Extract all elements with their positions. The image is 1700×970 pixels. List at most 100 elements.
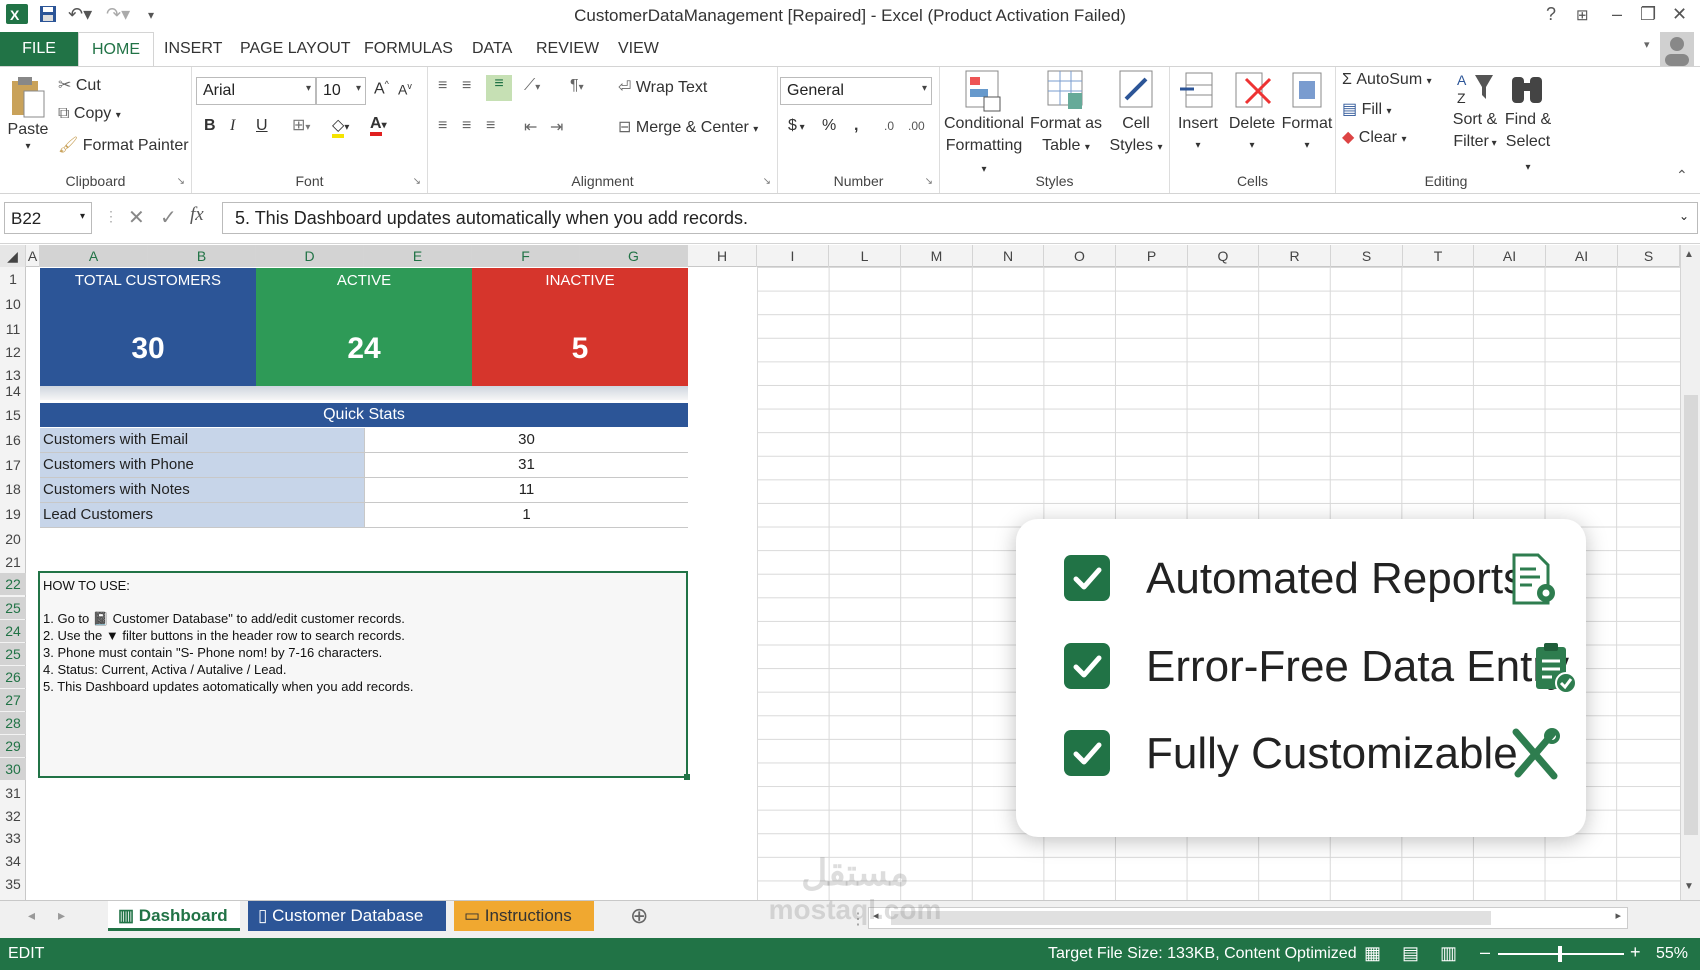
tab-view[interactable]: VIEW [618,40,659,58]
paragraph-icon[interactable]: ¶▾ [570,77,584,95]
vertical-scrollbar[interactable]: ▲ ▼ [1680,245,1700,900]
select-all-corner[interactable]: ◢ [0,245,26,267]
percent-button[interactable]: % [822,117,836,135]
bold-button[interactable]: B [204,117,216,135]
row-header-selected[interactable]: 25 [0,597,26,619]
insert-function-icon[interactable]: fx [190,204,204,226]
fill-handle[interactable] [684,774,690,780]
column-header[interactable]: G [580,245,688,267]
tab-data[interactable]: DATA [472,40,512,58]
increase-indent-icon[interactable]: ⇥ [550,117,563,137]
collapse-ribbon-icon[interactable]: ⌃ [1676,167,1688,184]
cut-button[interactable]: ✂ Cut [58,75,101,95]
row-header[interactable]: 16 [0,432,26,448]
row-header-selected[interactable]: 25 [0,643,26,665]
borders-icon[interactable]: ⊞▾ [292,115,310,135]
orientation-icon[interactable]: ⟋▾ [524,77,540,95]
column-header[interactable]: F [472,245,580,267]
fill-button[interactable]: ▤ Fill ▾ [1342,99,1392,119]
autosum-button[interactable]: Σ AutoSum ▾ [1342,71,1432,89]
column-header[interactable]: A [26,245,40,267]
close-button[interactable]: ✕ [1672,4,1687,25]
italic-button[interactable]: I [230,117,235,135]
next-sheet-icon[interactable]: ▸ [58,907,65,924]
row-header[interactable]: 35 [0,876,26,892]
table-row[interactable]: Lead Customers 1 [40,503,688,528]
zoom-slider[interactable] [1498,946,1624,962]
conditional-formatting-button[interactable]: Conditional Formatting ▾ [942,69,1026,181]
sheet-tab-customer-database[interactable]: ▯ Customer Database [248,901,446,931]
name-box[interactable]: B22 ▾ [4,202,92,234]
row-header-selected[interactable]: 30 [0,758,26,780]
row-header[interactable]: 13 [0,367,26,383]
find-select-button[interactable]: Find & Select ▾ [1502,69,1554,179]
row-header[interactable]: 31 [0,785,26,801]
row-header[interactable]: 21 [0,554,26,570]
previous-sheet-icon[interactable]: ◂ [28,907,35,924]
column-header[interactable]: I [757,245,829,267]
tab-formulas[interactable]: FORMULAS [364,40,453,58]
font-name-select[interactable]: Arial ▾ [196,77,316,105]
dialog-launcher-icon[interactable]: ↘ [763,176,771,187]
how-to-use-box[interactable]: HOW TO USE: 1. Go to 📓 Customer Database… [38,571,690,780]
column-header[interactable]: M [901,245,973,267]
dialog-launcher-icon[interactable]: ↘ [413,176,421,187]
column-header[interactable]: P [1116,245,1188,267]
scroll-right-icon[interactable]: ▸ [1615,909,1621,922]
sheet-tab-dashboard[interactable]: ▥ Dashboard [108,901,240,931]
font-color-icon[interactable]: A▾ [370,115,387,136]
font-size-select[interactable]: 10 ▾ [316,77,366,105]
row-header-selected[interactable]: 24 [0,620,26,642]
align-left-icon[interactable]: ≡ [438,117,447,135]
column-header[interactable]: T [1403,245,1474,267]
table-row[interactable]: Customers with Phone 31 [40,453,688,478]
tab-page-layout[interactable]: PAGE LAYOUT [240,40,351,58]
row-header[interactable]: 18 [0,481,26,497]
zoom-slider-thumb[interactable] [1558,946,1562,962]
align-bottom-icon[interactable]: ≡ [486,75,512,101]
column-header[interactable]: R [1259,245,1331,267]
normal-view-icon[interactable]: ▦ [1364,943,1381,964]
column-header[interactable]: AI [1546,245,1618,267]
decrease-indent-icon[interactable]: ⇤ [524,117,537,137]
table-row[interactable]: Customers with Email 30 [40,428,688,453]
row-header[interactable]: 33 [0,830,26,846]
row-header-selected[interactable]: 29 [0,735,26,757]
column-header[interactable]: E [364,245,472,267]
table-row[interactable]: Customers with Notes 11 [40,478,688,503]
increase-decimal-icon[interactable]: .0 [884,119,894,133]
tab-file[interactable]: FILE [0,32,78,66]
comma-button[interactable]: , [854,117,858,135]
underline-button[interactable]: U [256,117,268,135]
insert-cells-button[interactable]: Insert ▾ [1172,69,1224,157]
dialog-launcher-icon[interactable]: ↘ [925,176,933,187]
row-header[interactable]: 20 [0,531,26,547]
sheet-tab-instructions[interactable]: ▭ Instructions [454,901,594,931]
restore-button[interactable]: ❐ [1640,4,1656,25]
copy-button[interactable]: ⧉ Copy ▾ [58,105,121,123]
minimize-button[interactable]: – [1612,4,1622,25]
column-header[interactable]: Q [1188,245,1259,267]
tab-home[interactable]: HOME [78,32,154,68]
currency-button[interactable]: $ ▾ [788,117,805,135]
cell-styles-button[interactable]: Cell Styles ▾ [1106,69,1166,159]
horizontal-scrollbar[interactable]: ◂ ▸ [868,907,1628,929]
format-as-table-button[interactable]: Format as Table ▾ [1028,69,1104,159]
column-header[interactable]: B [148,245,256,267]
row-header[interactable]: 10 [0,296,26,312]
column-header[interactable]: S [1331,245,1403,267]
page-layout-view-icon[interactable]: ▤ [1402,943,1419,964]
number-format-select[interactable]: General ▾ [780,77,932,105]
delete-cells-button[interactable]: Delete ▾ [1226,69,1278,157]
tab-insert[interactable]: INSERT [164,40,222,58]
fill-color-icon[interactable]: ◇▾ [332,115,349,138]
decrease-font-icon[interactable]: Av [398,81,412,98]
align-top-icon[interactable]: ≡ [438,77,447,95]
help-button[interactable]: ? [1546,4,1556,25]
row-header[interactable]: 15 [0,407,26,423]
row-header[interactable]: 11 [0,321,26,337]
row-header-selected[interactable]: 22 [0,573,26,595]
format-painter-button[interactable]: 🖌 Format Painter [58,135,189,155]
column-header[interactable]: AI [1474,245,1546,267]
column-header[interactable]: O [1044,245,1116,267]
